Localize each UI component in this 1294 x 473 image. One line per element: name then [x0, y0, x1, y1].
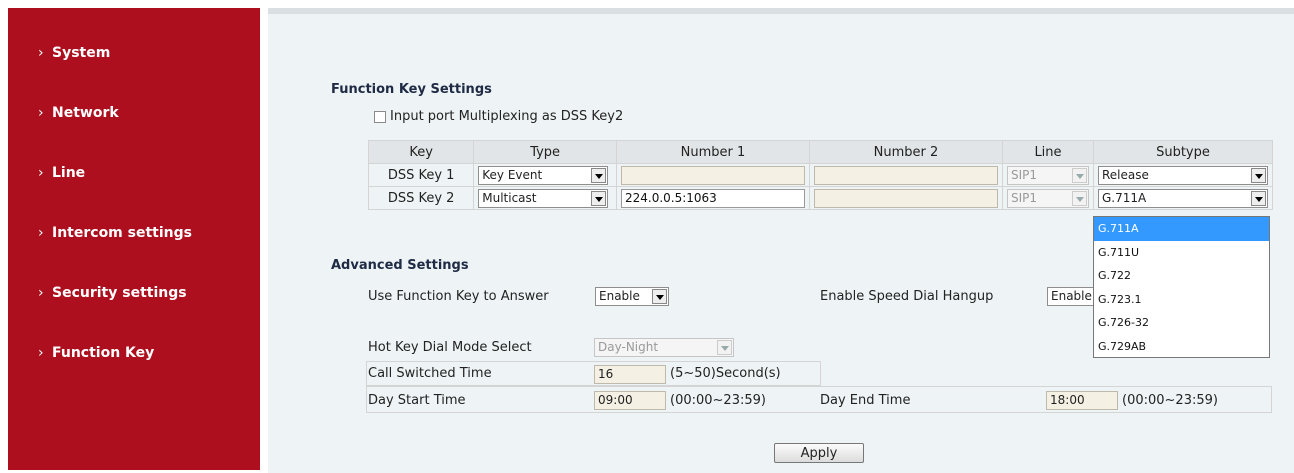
sidebar-item-label: Network: [52, 105, 119, 121]
select-value: Day-Night: [598, 340, 659, 354]
dss-key1-subtype-select[interactable]: Release: [1097, 165, 1268, 185]
table-header-row: Key Type Number 1 Number 2 Line Subtype: [367, 140, 1274, 164]
header-line: Line: [1001, 140, 1094, 164]
chevron-right-icon: ›: [38, 45, 44, 61]
sidebar-item-intercom-settings[interactable]: › Intercom settings: [38, 225, 192, 241]
call-switched-label: Call Switched Time: [368, 366, 492, 381]
select-value: SIP1: [1010, 167, 1038, 182]
subtype-option[interactable]: G.711A: [1094, 217, 1269, 241]
day-end-range: (00:00~23:59): [1122, 393, 1218, 408]
dropdown-arrow-icon: [652, 289, 667, 304]
subtype-option[interactable]: G.729AB: [1094, 335, 1269, 359]
select-value: Multicast: [482, 190, 537, 205]
speed-dial-hangup-label: Enable Speed Dial Hangup: [820, 289, 994, 304]
apply-button[interactable]: Apply: [774, 443, 864, 463]
chevron-right-icon: ›: [38, 345, 44, 361]
day-start-range: (00:00~23:59): [670, 393, 766, 408]
chevron-right-icon: ›: [38, 285, 44, 301]
dss-key2-type-select[interactable]: Multicast: [478, 188, 609, 208]
dss-key2-label: DSS Key 2: [367, 186, 475, 210]
hotkey-mode-select: Day-Night: [594, 338, 734, 357]
function-key-table: Key Type Number 1 Number 2 Line Subtype …: [367, 140, 1274, 210]
subtype-option[interactable]: G.723.1: [1094, 288, 1269, 312]
dropdown-arrow-icon: [1250, 190, 1266, 206]
select-value: G.711A: [1101, 190, 1147, 205]
sidebar-item-function-key[interactable]: › Function Key: [38, 345, 154, 361]
chevron-right-icon: ›: [38, 225, 44, 241]
dropdown-arrow-icon: [717, 340, 732, 355]
use-fk-answer-select[interactable]: Enable: [595, 287, 669, 306]
select-value: Enable: [599, 289, 640, 303]
dss-key1-line-select: SIP1: [1006, 165, 1089, 185]
sidebar-item-label: Function Key: [52, 345, 155, 361]
sidebar-item-network[interactable]: › Network: [38, 105, 119, 121]
chevron-right-icon: ›: [38, 165, 44, 181]
top-divider: [268, 8, 1294, 14]
function-key-settings-title: Function Key Settings: [331, 82, 492, 97]
dss-key1-type-select[interactable]: Key Event: [478, 165, 609, 185]
select-value: Enable: [1051, 289, 1092, 303]
dss-key2-number2-input[interactable]: [813, 188, 998, 208]
dropdown-arrow-icon: [1071, 190, 1087, 206]
select-value: SIP1: [1010, 190, 1038, 205]
use-fk-answer-label: Use Function Key to Answer: [368, 289, 549, 304]
dss-key2-number1-input[interactable]: 224.0.0.5:1063: [620, 188, 805, 208]
sidebar-item-security-settings[interactable]: › Security settings: [38, 285, 187, 301]
day-start-input: 09:00: [594, 391, 666, 410]
subtype-option[interactable]: G.722: [1094, 264, 1269, 288]
dropdown-arrow-icon: [1250, 167, 1266, 183]
day-start-label: Day Start Time: [368, 393, 466, 408]
select-value: Key Event: [482, 167, 543, 182]
subtype-dropdown-list: G.711A G.711U G.722 G.723.1 G.726-32 G.7…: [1093, 216, 1270, 358]
header-key: Key: [367, 140, 475, 164]
header-number1: Number 1: [615, 140, 810, 164]
dss-key1-number2-input[interactable]: [813, 165, 998, 185]
hotkey-mode-label: Hot Key Dial Mode Select: [368, 340, 532, 355]
call-switched-range: (5~50)Second(s): [670, 366, 781, 381]
chevron-right-icon: ›: [38, 105, 44, 121]
dropdown-arrow-icon: [591, 190, 607, 206]
subtype-option[interactable]: G.726-32: [1094, 311, 1269, 335]
dss-key1-number1-input[interactable]: [620, 165, 805, 185]
select-value: Release: [1101, 167, 1149, 182]
table-row: DSS Key 2 Multicast 224.0.0.5:1063 SIP1 …: [367, 186, 1274, 210]
dropdown-arrow-icon: [1071, 167, 1087, 183]
dss-key2-subtype-select[interactable]: G.711A: [1097, 188, 1268, 208]
subtype-option[interactable]: G.711U: [1094, 241, 1269, 265]
header-type: Type: [473, 140, 617, 164]
dropdown-arrow-icon: [591, 167, 607, 183]
multiplex-checkbox-row: Input port Multiplexing as DSS Key2: [374, 109, 623, 124]
dss-key2-line-select: SIP1: [1006, 188, 1089, 208]
sidebar-item-label: Line: [52, 165, 86, 181]
day-end-input: 18:00: [1046, 391, 1118, 410]
advanced-settings-title: Advanced Settings: [331, 258, 469, 273]
multiplex-label: Input port Multiplexing as DSS Key2: [390, 109, 624, 124]
header-subtype: Subtype: [1092, 140, 1274, 164]
dss-key1-label: DSS Key 1: [367, 163, 475, 187]
sidebar-item-label: Intercom settings: [52, 225, 192, 241]
table-row: DSS Key 1 Key Event SIP1 Release: [367, 163, 1274, 187]
header-number2: Number 2: [808, 140, 1003, 164]
call-switched-input: 16: [594, 365, 666, 384]
sidebar-item-line[interactable]: › Line: [38, 165, 85, 181]
day-end-label: Day End Time: [820, 393, 911, 408]
sidebar-nav: › System › Network › Line › Intercom setting…: [8, 8, 260, 470]
sidebar-item-label: Security settings: [52, 285, 187, 301]
sidebar-item-system[interactable]: › System: [38, 45, 110, 61]
multiplex-checkbox[interactable]: [374, 110, 386, 123]
sidebar-item-label: System: [52, 45, 111, 61]
